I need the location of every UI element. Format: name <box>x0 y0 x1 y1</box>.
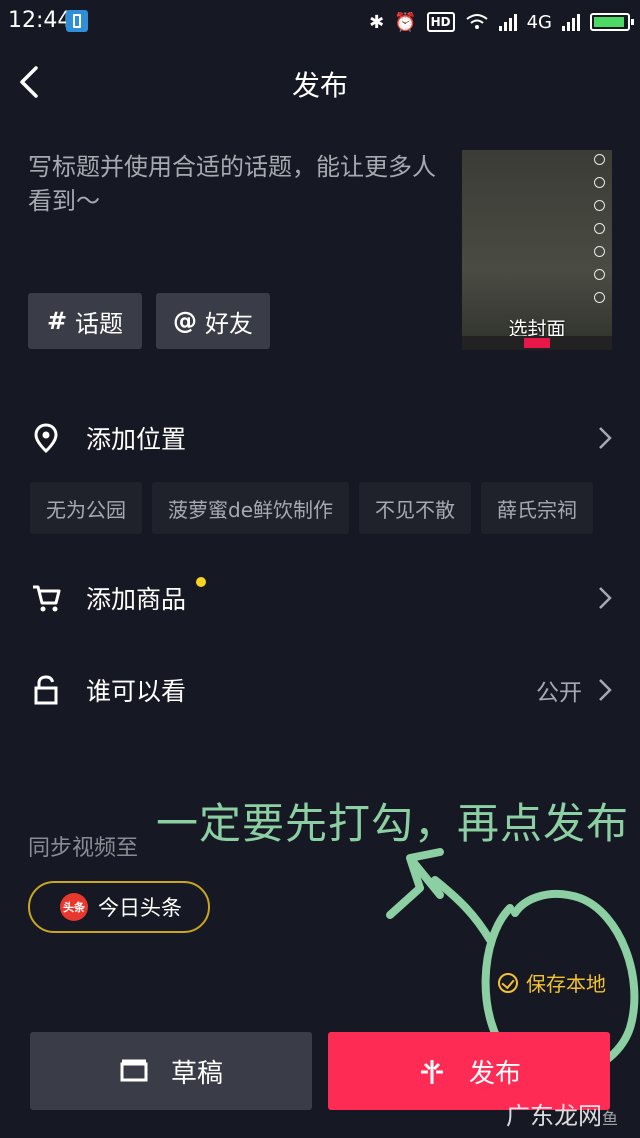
signal-icon <box>498 13 517 31</box>
add-location-label: 添加位置 <box>86 425 187 454</box>
location-suggestions: 无为公园 菠萝蜜de鲜饮制作 不见不散 薛氏宗祠 <box>30 482 640 534</box>
location-tag[interactable]: 不见不散 <box>359 482 471 534</box>
location-tag[interactable]: 菠萝蜜de鲜饮制作 <box>152 482 349 534</box>
toutiao-sync-toggle[interactable]: 头条 今日头条 <box>28 881 210 933</box>
at-icon: @ <box>173 307 197 335</box>
watermark: 广东龙网鱼 <box>506 1096 618 1131</box>
signal-icon-2 <box>562 13 580 31</box>
location-tag[interactable]: 无为公园 <box>30 482 142 534</box>
caption-input[interactable]: 写标题并使用合适的话题，能让更多人看到～ <box>28 150 448 218</box>
add-product-row[interactable]: 添加商品 <box>0 568 640 628</box>
privacy-label: 谁可以看 <box>86 677 187 706</box>
draft-box-icon <box>120 1059 148 1082</box>
toutiao-logo-icon: 头条 <box>60 893 88 921</box>
notification-app-icon <box>66 10 88 32</box>
topic-chip[interactable]: # 话题 <box>28 293 142 349</box>
watermark-small: 鱼 <box>602 1109 619 1128</box>
chevron-right-icon <box>599 427 612 449</box>
battery-icon <box>590 13 634 31</box>
cover-thumbnail-icons <box>592 154 606 303</box>
status-time: 12:44 <box>8 8 72 33</box>
status-icons: ✱ ⏰ HD 4G <box>369 8 634 36</box>
cover-picker[interactable]: 选封面 <box>462 150 612 350</box>
sync-label: 同步视频至 <box>28 836 139 861</box>
add-location-row[interactable]: 添加位置 <box>0 408 640 468</box>
privacy-value: 公开 <box>536 680 582 706</box>
location-tag[interactable]: 薛氏宗祠 <box>481 482 593 534</box>
add-product-label: 添加商品 <box>86 585 187 614</box>
hd-badge: HD <box>426 12 455 32</box>
hash-icon: # <box>46 307 68 335</box>
save-local-label: 保存本地 <box>526 972 606 996</box>
alarm-icon: ⏰ <box>394 11 417 33</box>
page-title: 发布 <box>291 69 348 102</box>
new-badge-dot <box>196 577 206 587</box>
cart-icon <box>33 585 61 612</box>
bluetooth-icon: ✱ <box>369 11 385 33</box>
chevron-right-icon <box>599 679 612 701</box>
check-circle-icon <box>498 972 518 993</box>
annotation-arrow <box>386 848 494 944</box>
back-button[interactable] <box>14 64 50 100</box>
publish-sparkle-icon <box>420 1060 443 1084</box>
save-local-checkbox[interactable]: 保存本地 <box>498 968 606 997</box>
wifi-icon <box>465 14 488 29</box>
chevron-right-icon <box>599 587 612 609</box>
draft-label: 草稿 <box>170 1058 223 1089</box>
friend-chip-label: 好友 <box>205 309 253 338</box>
topic-chip-label: 话题 <box>75 309 124 338</box>
privacy-row[interactable]: 谁可以看 公开 <box>0 660 640 720</box>
draft-button[interactable]: 草稿 <box>30 1032 312 1110</box>
toutiao-label: 今日头条 <box>98 896 182 920</box>
watermark-text: 广东龙网 <box>506 1102 602 1130</box>
location-pin-icon <box>34 423 58 454</box>
network-type: 4G <box>526 11 552 33</box>
unlock-icon <box>34 675 58 705</box>
publish-label: 发布 <box>468 1058 521 1089</box>
friend-chip[interactable]: @ 好友 <box>156 293 270 349</box>
status-bar: 12:44 ✱ ⏰ HD 4G <box>0 0 640 44</box>
